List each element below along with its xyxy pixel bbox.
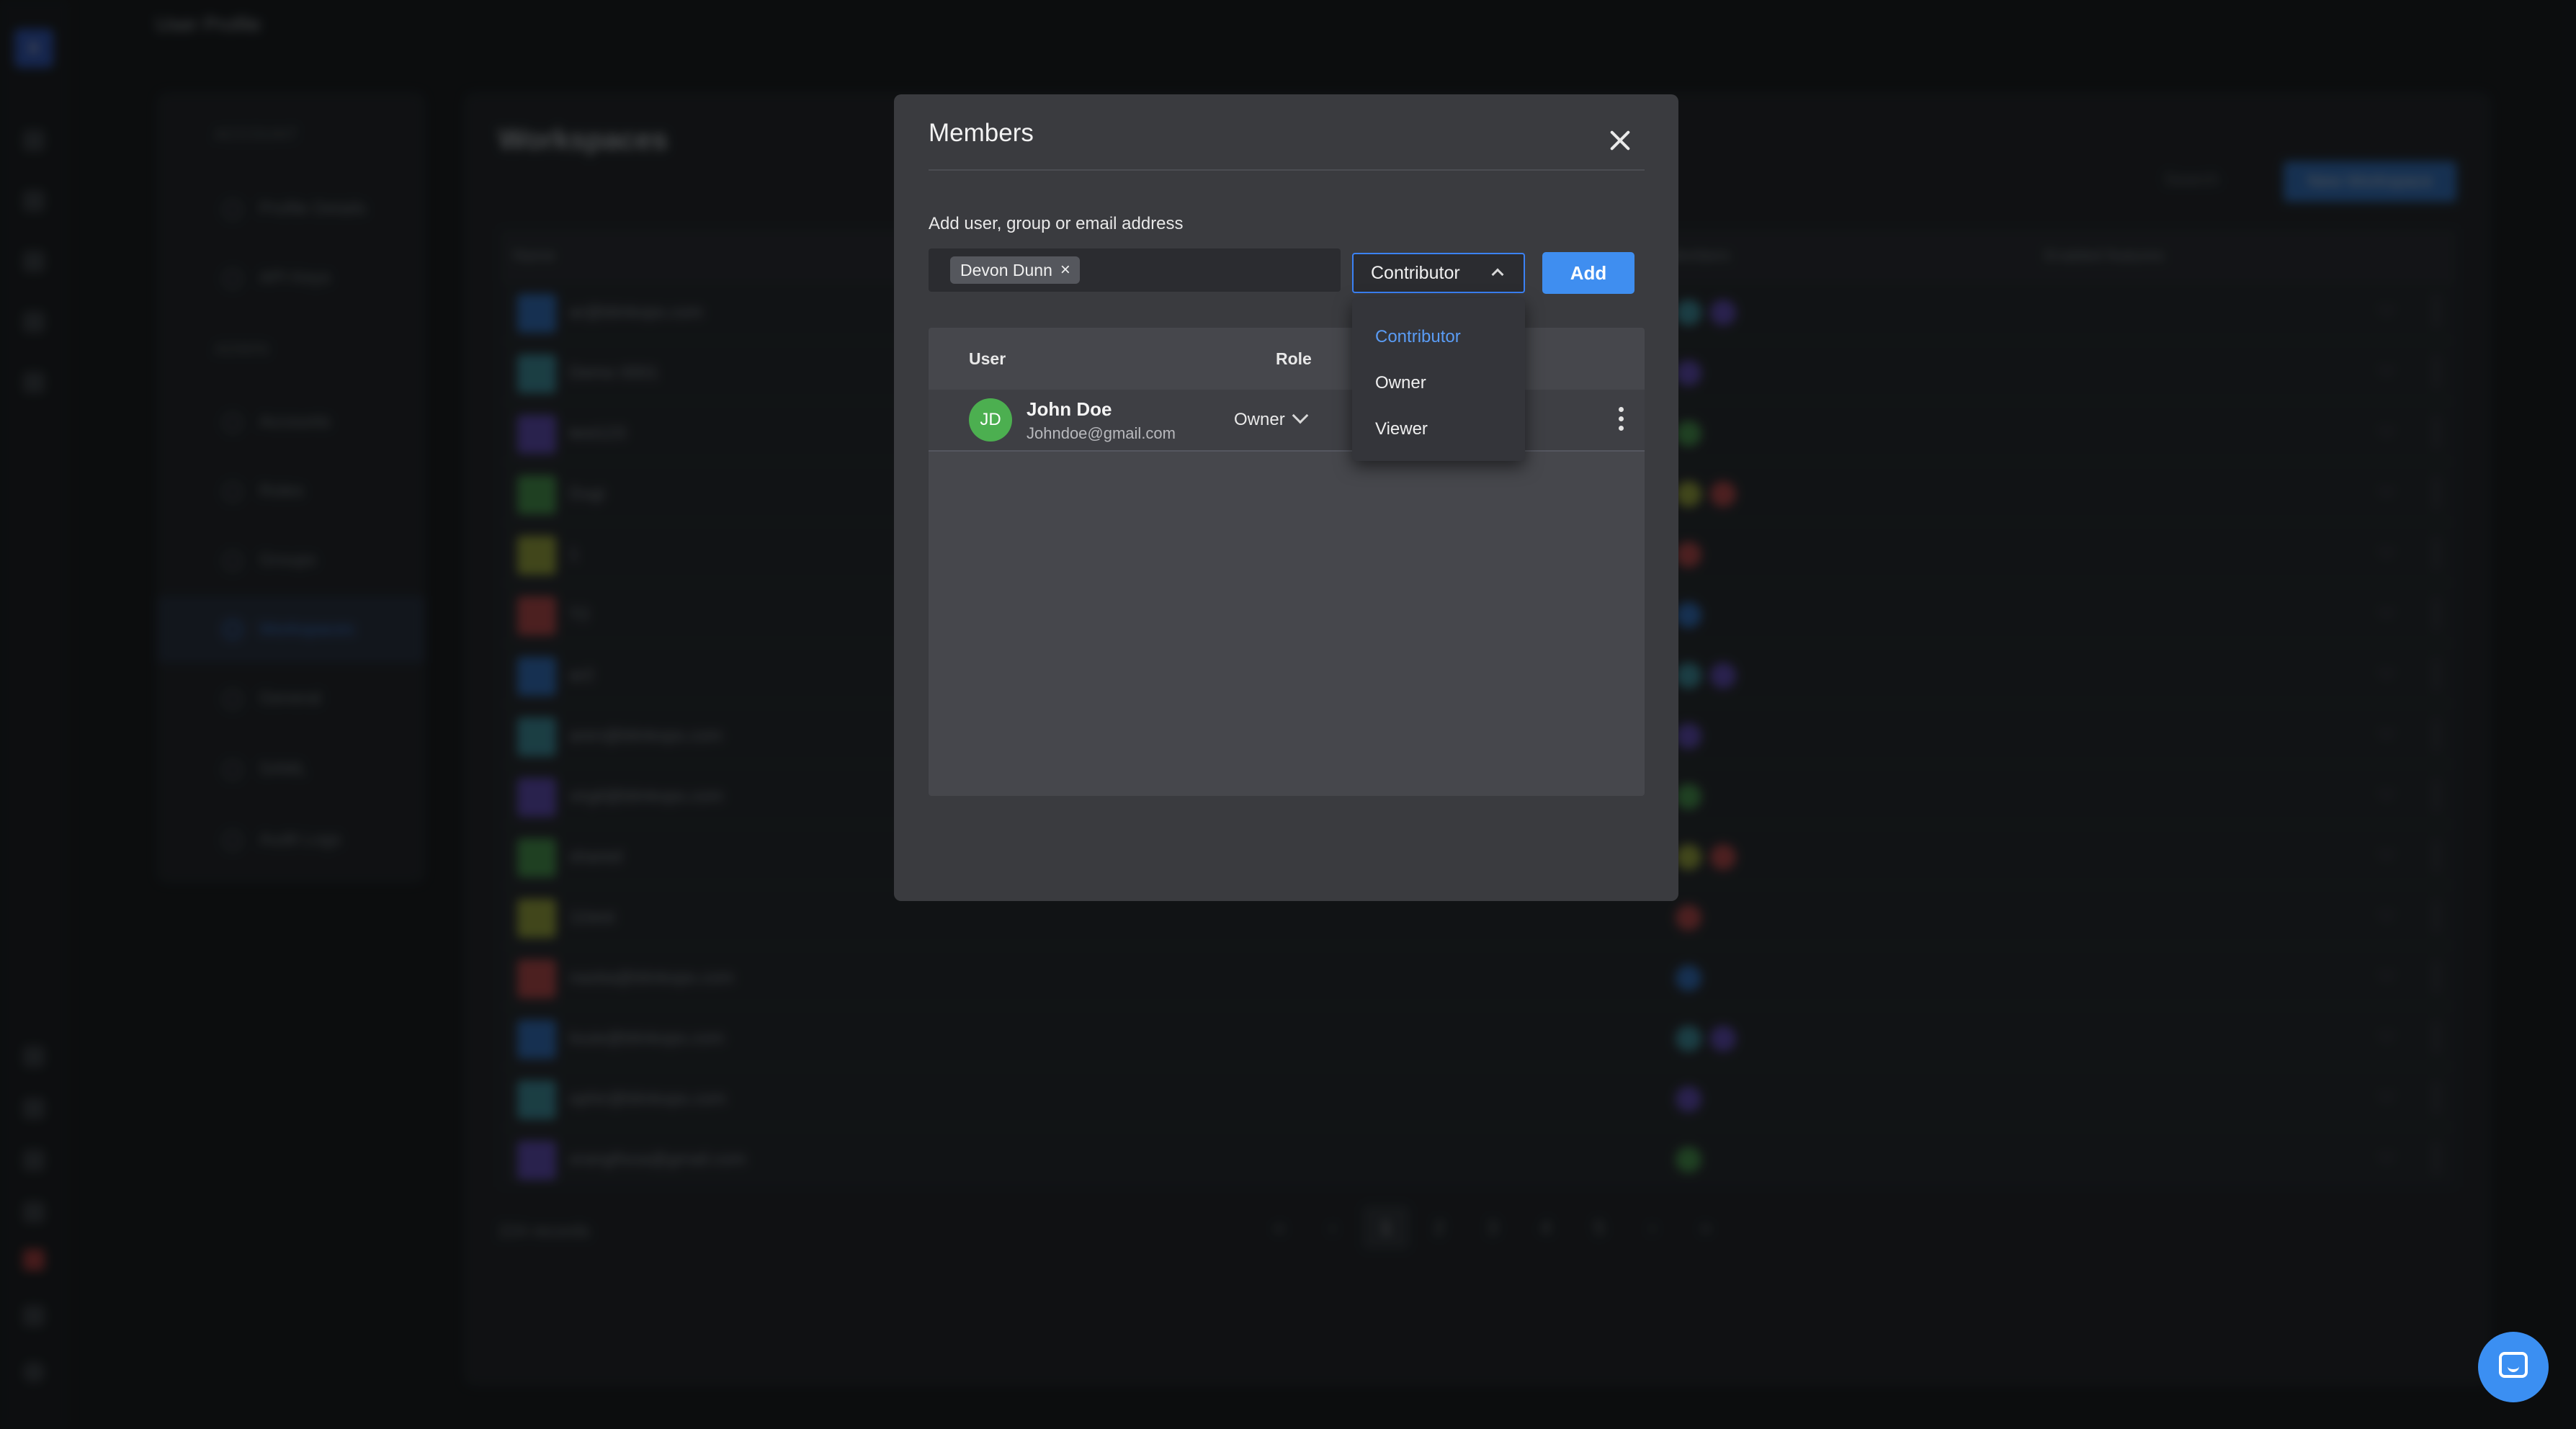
table-row: JD John Doe Johndoe@gmail.com Owner <box>929 390 1645 452</box>
members-table-header: User Role <box>929 328 1645 390</box>
column-user: User <box>969 349 1006 368</box>
selected-user-chip: Devon Dunn × <box>950 256 1080 284</box>
close-icon[interactable] <box>1603 123 1637 158</box>
chevron-up-icon <box>1491 268 1504 281</box>
role-option-viewer[interactable]: Viewer <box>1352 406 1525 452</box>
role-select-value: Contributor <box>1371 263 1460 283</box>
column-role: Role <box>1276 349 1312 368</box>
members-table: User Role JD John Doe Johndoe@gmail.com … <box>929 328 1645 796</box>
role-dropdown-menu: Contributor Owner Viewer <box>1352 298 1525 461</box>
member-search-input[interactable]: Devon Dunn × <box>929 248 1341 292</box>
add-member-label: Add user, group or email address <box>929 214 1184 233</box>
chip-label: Devon Dunn <box>960 261 1052 279</box>
member-email: Johndoe@gmail.com <box>1027 424 1176 442</box>
member-role-select[interactable]: Owner <box>1234 407 1309 430</box>
chat-icon <box>2499 1352 2528 1378</box>
chat-support-button[interactable] <box>2478 1332 2549 1402</box>
dialog-title: Members <box>929 119 1034 147</box>
member-role-value: Owner <box>1234 410 1285 429</box>
avatar: JD <box>969 398 1012 442</box>
divider <box>929 169 1645 171</box>
chip-remove-icon[interactable]: × <box>1057 256 1074 284</box>
kebab-icon[interactable] <box>1617 407 1624 436</box>
add-button[interactable]: Add <box>1542 252 1634 294</box>
role-select[interactable]: Contributor <box>1352 253 1525 293</box>
chevron-down-icon <box>1292 407 1309 424</box>
member-name: John Doe <box>1027 398 1112 420</box>
role-option-owner[interactable]: Owner <box>1352 360 1525 406</box>
members-dialog: Members Add user, group or email address… <box>894 94 1678 901</box>
role-option-contributor[interactable]: Contributor <box>1352 314 1525 360</box>
